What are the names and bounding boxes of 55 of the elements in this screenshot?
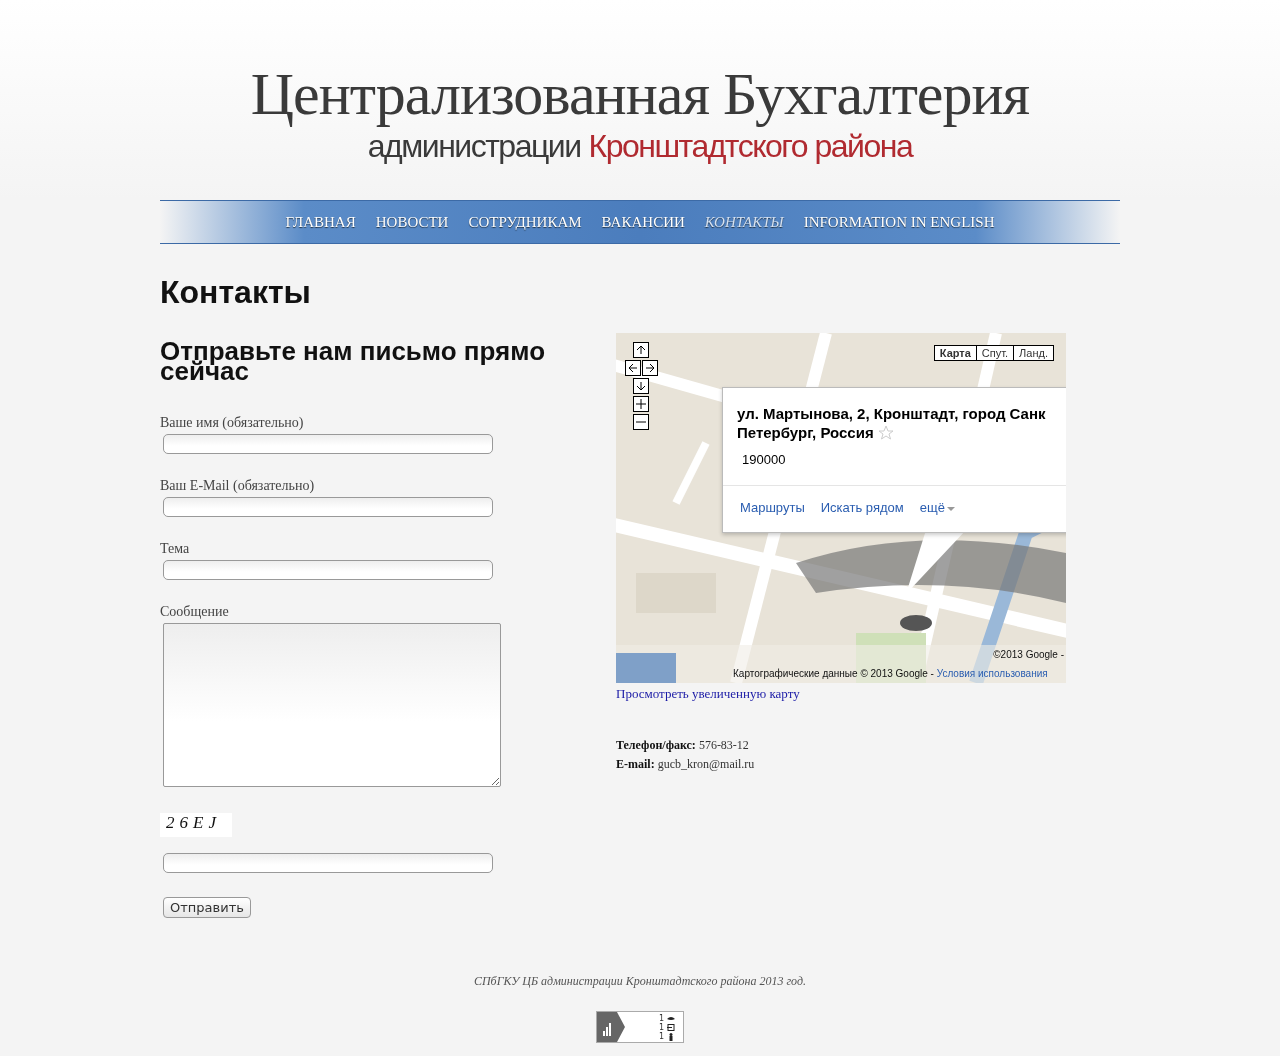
info-link[interactable]: ещё xyxy=(919,500,956,515)
contact-label: Телефон/факс: xyxy=(616,738,696,752)
login-icon xyxy=(667,1024,675,1031)
input-field[interactable] xyxy=(163,497,493,517)
field-label: Ваше имя (обязательно) xyxy=(160,415,305,431)
person-icon xyxy=(667,1032,675,1041)
visitor-counter[interactable]: 1 1 1 xyxy=(596,1011,684,1043)
nav-link[interactable]: СОТРУДНИКАМ xyxy=(468,213,582,231)
message-field[interactable] xyxy=(163,623,501,787)
terms-link[interactable]: Условия использования xyxy=(936,668,1048,679)
captcha-field[interactable] xyxy=(163,853,493,873)
map-type-tab[interactable]: Ланд. xyxy=(1013,346,1053,360)
input-field[interactable] xyxy=(163,560,493,580)
pan-up-icon[interactable] xyxy=(633,342,649,358)
address-text: ул. Мартынова, 2, Кронштадт, город Санк xyxy=(737,404,1046,423)
star-icon[interactable] xyxy=(877,424,894,441)
pan-left-icon[interactable] xyxy=(625,360,641,376)
chart-icon xyxy=(597,1012,625,1042)
field-label: Тема xyxy=(160,541,191,557)
eye-icon xyxy=(667,1015,675,1022)
zoom-out-icon[interactable] xyxy=(633,414,649,430)
form-heading: Отправьте нам письмо прямо сейчас xyxy=(160,341,547,381)
field-label: Ваш E-Mail (обязательно) xyxy=(160,478,316,494)
caret-icon xyxy=(946,506,956,512)
address-text: Петербург, Россия xyxy=(737,423,874,442)
zoom-in-icon[interactable] xyxy=(633,396,649,412)
postcode-text: 190000 xyxy=(741,451,787,467)
map-type-tab[interactable]: Спут. xyxy=(975,346,1014,360)
info-link[interactable]: Маршруты xyxy=(740,500,805,515)
footer-text: СПбГКУ ЦБ администрации Кронштадтского района 2013 год. xyxy=(472,974,808,989)
submit-button[interactable]: Отправить xyxy=(163,897,251,918)
nav-link[interactable]: INFORMATION IN ENGLISH xyxy=(803,213,995,231)
page-title: Контакты xyxy=(160,274,312,311)
map-data-credit: Картографические данные © 2013 Google - xyxy=(733,668,934,679)
nav-link[interactable]: ВАКАНСИИ xyxy=(601,213,685,231)
nav-link[interactable]: НОВОСТИ xyxy=(375,213,449,231)
map-type-tab[interactable]: Карта xyxy=(934,346,976,360)
pan-right-icon[interactable] xyxy=(642,360,658,376)
counter-value: 1 xyxy=(658,1032,664,1041)
site-subtitle-accent: Кронштадтского района xyxy=(588,127,913,166)
field-label: Сообщение xyxy=(160,604,230,620)
captcha-image: 26EJ xyxy=(160,813,232,837)
counter-value: 1 xyxy=(658,1014,664,1023)
counter-value: 1 xyxy=(658,1023,664,1032)
nav-link[interactable]: ГЛАВНАЯ xyxy=(285,213,356,231)
map-copyright: ©2013 Google - xyxy=(993,649,1064,660)
contact-value: 576-83-12 xyxy=(698,738,749,752)
contact-value: gucb_kron@mail.ru xyxy=(657,757,755,771)
site-subtitle: администрации xyxy=(367,127,581,166)
pan-down-icon[interactable] xyxy=(633,378,649,394)
contact-label: E-mail: xyxy=(616,757,655,771)
larger-map-link[interactable]: Просмотреть увеличенную карту xyxy=(616,686,800,702)
info-link[interactable]: Искать рядом xyxy=(820,500,904,515)
site-title: Централизованная Бухгалтерия xyxy=(250,62,1030,126)
input-field[interactable] xyxy=(163,434,493,454)
